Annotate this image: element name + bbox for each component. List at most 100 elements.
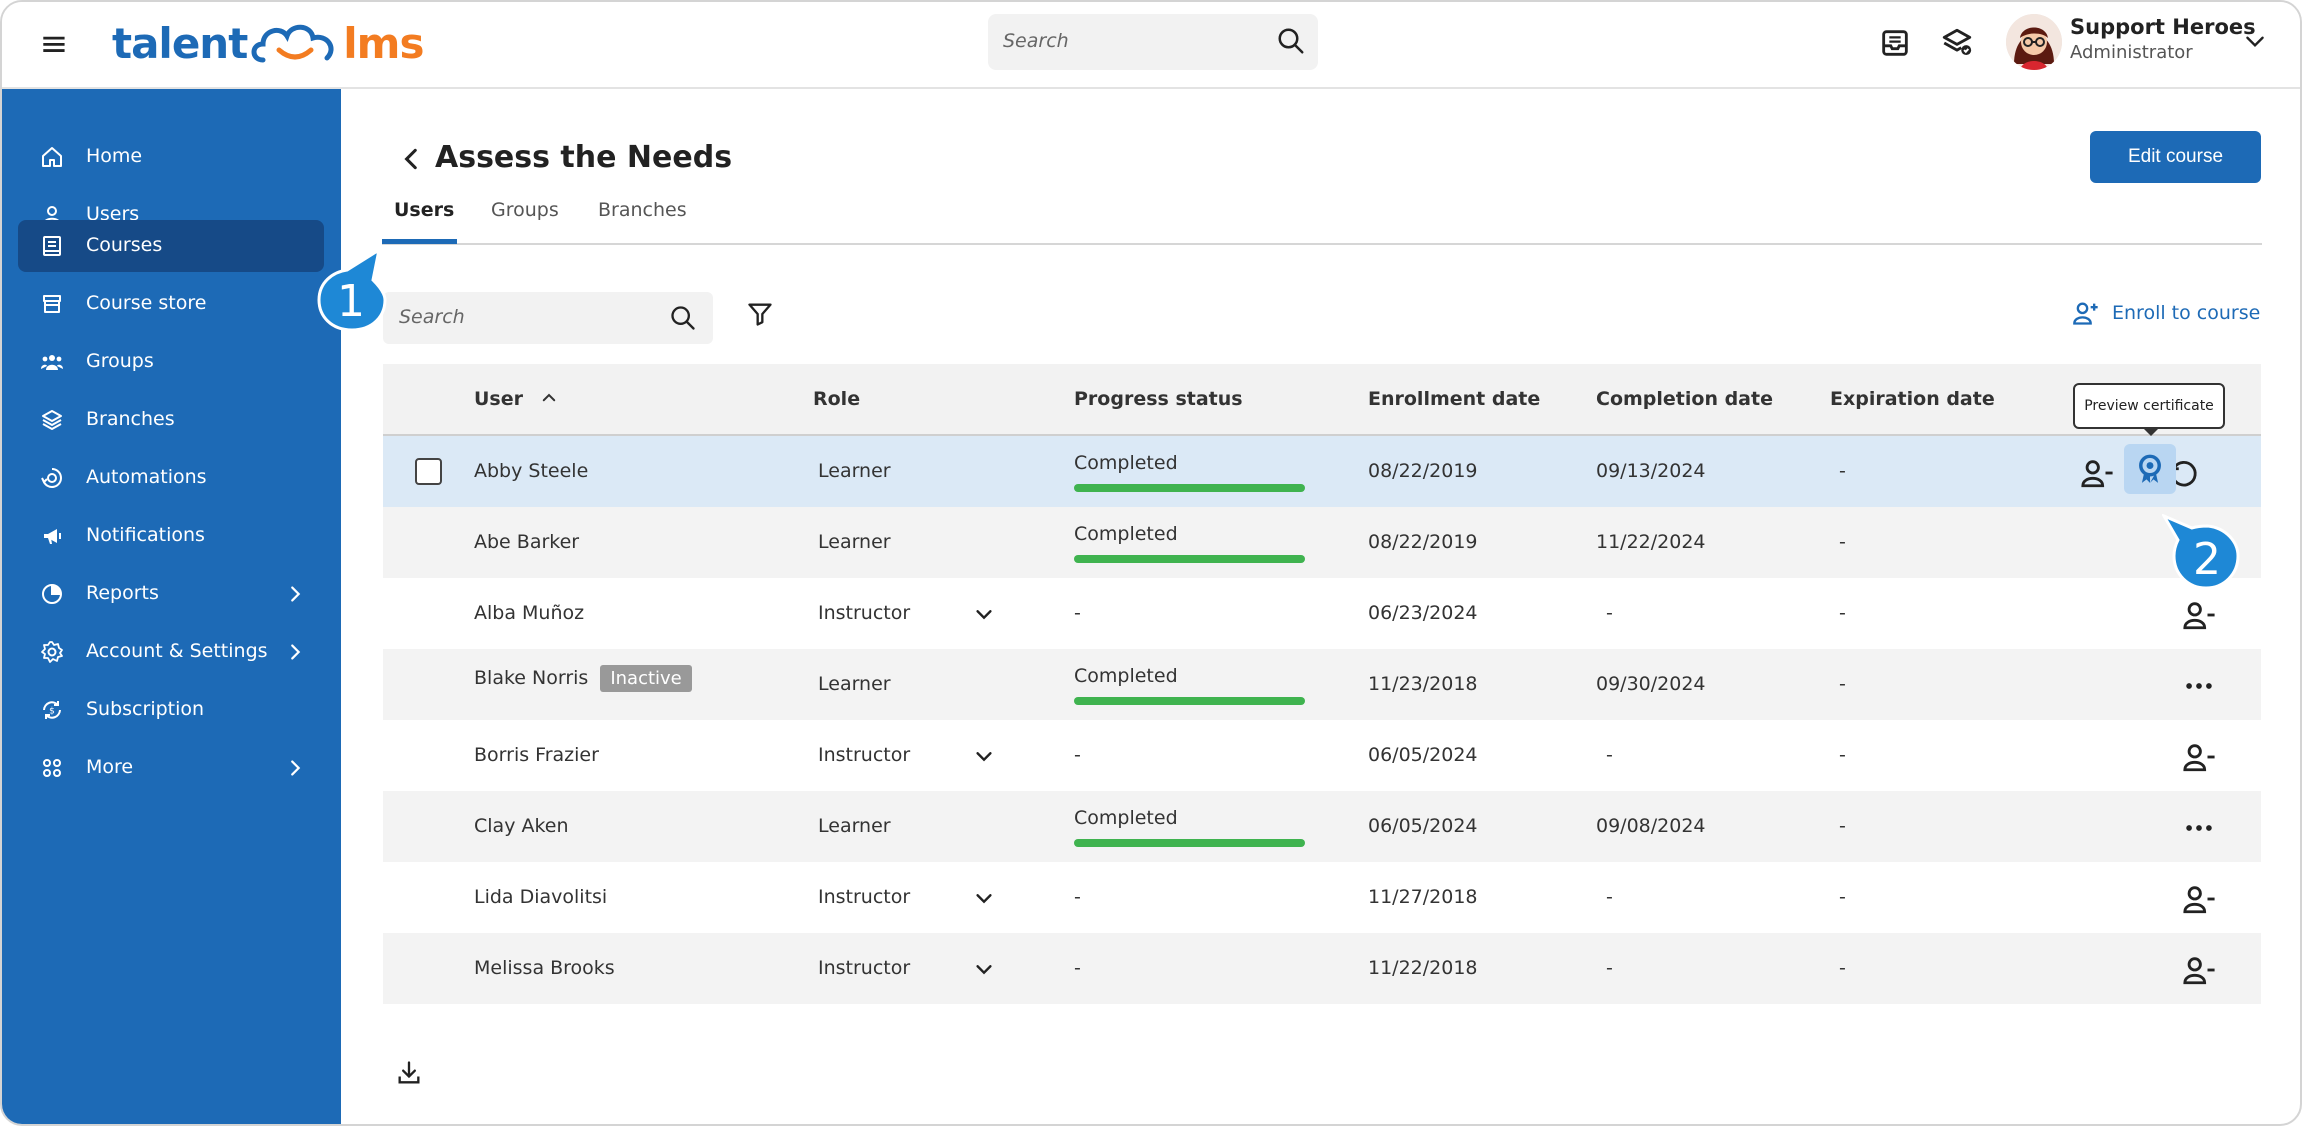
enrollment-date-cell: 06/05/2024 (1368, 815, 1478, 837)
layers-check-icon[interactable] (1940, 26, 1974, 60)
download-icon[interactable] (395, 1059, 423, 1087)
role-dropdown-chevron-icon[interactable] (973, 958, 995, 980)
user-name[interactable]: Support Heroes (2070, 15, 2256, 39)
table-row[interactable]: Borris Frazier Instructor - 06/05/2024 -… (383, 720, 2261, 791)
svg-text:$: $ (49, 707, 55, 717)
user-name-cell[interactable]: Lida Diavolitsi (474, 886, 607, 908)
hamburger-menu-icon[interactable]: ≡ (36, 26, 72, 62)
remove-user-icon[interactable] (2182, 882, 2216, 916)
chevron-down-icon[interactable] (2242, 28, 2268, 54)
column-header-role[interactable]: Role (813, 388, 860, 410)
table-row[interactable]: Clay Aken Learner Completed 06/05/2024 0… (383, 791, 2261, 862)
preview-certificate-tooltip: Preview certificate (2073, 383, 2225, 429)
remove-user-icon[interactable] (2182, 598, 2216, 632)
expiration-date-cell: - (1839, 460, 1846, 482)
progress-bar (1074, 697, 1305, 705)
table-row[interactable]: Blake Norris Inactive Learner Completed 1… (383, 649, 2261, 720)
active-tab-indicator (382, 239, 457, 244)
sidebar-item-label: Courses (86, 234, 163, 256)
inbox-icon[interactable] (1878, 26, 1912, 60)
inactive-badge: Inactive (600, 665, 692, 692)
sidebar-item-label: Notifications (86, 524, 205, 546)
column-header-expiration-date[interactable]: Expiration date (1830, 388, 1995, 410)
sidebar-item-branches[interactable]: Branches (18, 394, 324, 446)
table-row[interactable]: Melissa Brooks Instructor - 11/22/2018 -… (383, 933, 2261, 1004)
remove-user-icon[interactable] (2080, 456, 2114, 490)
sidebar-item-home[interactable]: Home (18, 131, 324, 183)
top-search-input[interactable]: Search (988, 14, 1318, 70)
enroll-to-course-button[interactable]: Enroll to course (2072, 299, 2260, 327)
enrollment-date-cell: 08/22/2019 (1368, 460, 1478, 482)
sidebar-item-account-settings[interactable]: Account & Settings (18, 626, 324, 678)
filter-icon[interactable] (746, 300, 774, 328)
enrollment-date-cell: 11/22/2018 (1368, 957, 1478, 979)
sort-ascending-icon[interactable] (540, 389, 558, 407)
table-header: User Role Progress status Enrollment dat… (383, 364, 2261, 436)
role-dropdown-chevron-icon[interactable] (973, 603, 995, 625)
sidebar-item-courses[interactable]: Courses (18, 220, 324, 272)
enrollment-date-cell: 06/05/2024 (1368, 744, 1478, 766)
user-name-cell[interactable]: Abby Steele (474, 460, 588, 482)
sidebar-item-course-store[interactable]: Course store (18, 278, 324, 330)
store-icon (43, 295, 61, 313)
column-header-completion-date[interactable]: Completion date (1596, 388, 1773, 410)
progress-status-text: - (1074, 957, 1081, 979)
logo-text-lms: lms (343, 18, 424, 68)
sidebar-item-label: More (86, 756, 134, 778)
book-icon (43, 236, 61, 256)
automation-icon (41, 468, 62, 488)
user-name-cell[interactable]: Clay Aken (474, 815, 569, 837)
tab-branches[interactable]: Branches (598, 199, 687, 221)
role-cell[interactable]: Instructor (818, 602, 910, 624)
tab-groups[interactable]: Groups (491, 199, 559, 221)
search-icon[interactable] (1276, 26, 1306, 56)
users-search-input[interactable]: Search (383, 292, 713, 344)
cloud-smile-icon (251, 24, 334, 63)
user-name-cell[interactable]: Abe Barker (474, 531, 579, 553)
sidebar-item-automations[interactable]: Automations (18, 452, 324, 504)
edit-course-button[interactable]: Edit course (2090, 131, 2261, 183)
sidebar: Home Users Courses Course store Groups B… (2, 89, 341, 1124)
column-header-enrollment-date[interactable]: Enrollment date (1368, 388, 1540, 410)
back-arrow-icon[interactable] (399, 146, 425, 172)
user-name-cell[interactable]: Melissa Brooks (474, 957, 615, 979)
role-cell: Learner (818, 531, 891, 553)
sidebar-item-label: Course store (86, 292, 207, 314)
column-header-user[interactable]: User (474, 388, 558, 410)
progress-bar (1074, 555, 1305, 563)
role-dropdown-chevron-icon[interactable] (973, 887, 995, 909)
completion-date-cell: - (1606, 957, 1613, 979)
user-name-cell[interactable]: Blake Norris Inactive (474, 665, 692, 692)
column-header-progress[interactable]: Progress status (1074, 388, 1243, 410)
tab-users[interactable]: Users (394, 199, 454, 221)
role-dropdown-chevron-icon[interactable] (973, 745, 995, 767)
sidebar-item-subscription[interactable]: $ Subscription (18, 684, 324, 736)
role-cell[interactable]: Instructor (818, 744, 910, 766)
table-row[interactable]: Abe Barker Learner Completed 08/22/2019 … (383, 507, 2261, 578)
user-avatar[interactable] (2006, 14, 2062, 70)
sidebar-item-reports[interactable]: Reports (18, 568, 324, 620)
completion-date-cell: 09/30/2024 (1596, 673, 1706, 695)
sidebar-item-more[interactable]: More (18, 742, 324, 794)
logo-text-talent: talent (112, 18, 248, 68)
remove-user-icon[interactable] (2182, 740, 2216, 774)
more-options-icon[interactable] (2182, 811, 2216, 845)
table-row[interactable]: Lida Diavolitsi Instructor - 11/27/2018 … (383, 862, 2261, 933)
users-search-placeholder: Search (399, 306, 465, 328)
role-cell[interactable]: Instructor (818, 886, 910, 908)
sidebar-item-notifications[interactable]: Notifications (18, 510, 324, 562)
search-icon[interactable] (669, 304, 697, 332)
expiration-date-cell: - (1839, 957, 1846, 979)
user-name-cell[interactable]: Alba Muñoz (474, 602, 584, 624)
talentlms-logo[interactable]: talent lms (112, 16, 424, 70)
role-cell: Learner (818, 815, 891, 837)
role-cell[interactable]: Instructor (818, 957, 910, 979)
sidebar-item-groups[interactable]: Groups (18, 336, 324, 388)
row-select-checkbox[interactable] (415, 458, 442, 485)
table-row[interactable]: Abby Steele Learner Completed 08/22/2019… (383, 436, 2261, 507)
more-options-icon[interactable] (2182, 669, 2216, 703)
preview-certificate-button[interactable] (2124, 444, 2176, 494)
table-row[interactable]: Alba Muñoz Instructor - 06/23/2024 - - (383, 578, 2261, 649)
user-name-cell[interactable]: Borris Frazier (474, 744, 599, 766)
remove-user-icon[interactable] (2182, 953, 2216, 987)
